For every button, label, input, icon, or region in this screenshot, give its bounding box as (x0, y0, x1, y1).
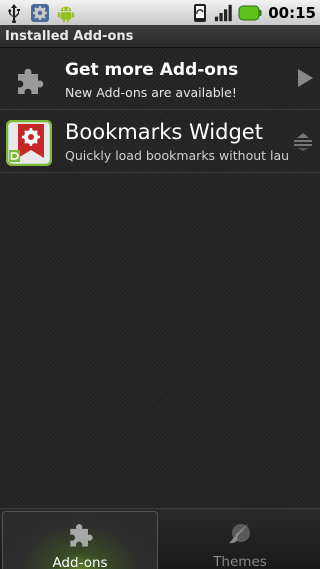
tab-label: Themes (213, 554, 267, 569)
bookmarks-widget-icon (6, 120, 52, 166)
page-title: Installed Add-ons (0, 25, 320, 48)
list-item-subtitle: Quickly load bookmarks without lau (65, 148, 290, 163)
signal-icon (214, 3, 234, 23)
list-item-title: Bookmarks Widget (65, 120, 263, 144)
list-item-subtitle: New Add-ons are available! (65, 85, 237, 100)
brush-icon (162, 519, 318, 549)
settings-notification-icon (30, 3, 50, 23)
puzzle-icon (6, 58, 52, 104)
puzzle-icon (3, 520, 157, 550)
rotation-icon (190, 3, 210, 23)
clock: 00:15 (268, 3, 316, 22)
android-icon (56, 3, 76, 23)
status-bar: 00:15 (0, 0, 320, 25)
battery-icon (238, 3, 262, 23)
tab-themes[interactable]: Themes (162, 511, 318, 569)
tab-label: Add-ons (52, 555, 108, 569)
list-item-title: Get more Add-ons (65, 60, 239, 80)
list-item-bookmarks-widget[interactable]: Bookmarks Widget Quickly load bookmarks … (0, 110, 320, 173)
list-item-get-more-addons[interactable]: Get more Add-ons New Add-ons are availab… (0, 48, 320, 110)
tab-addons[interactable]: Add-ons (2, 511, 158, 569)
drag-handle-icon[interactable] (292, 132, 314, 156)
tab-bar: Add-ons Themes (0, 508, 320, 569)
arrow-right-icon (296, 68, 314, 92)
addon-list: Get more Add-ons New Add-ons are availab… (0, 48, 320, 508)
usb-icon (4, 3, 24, 23)
